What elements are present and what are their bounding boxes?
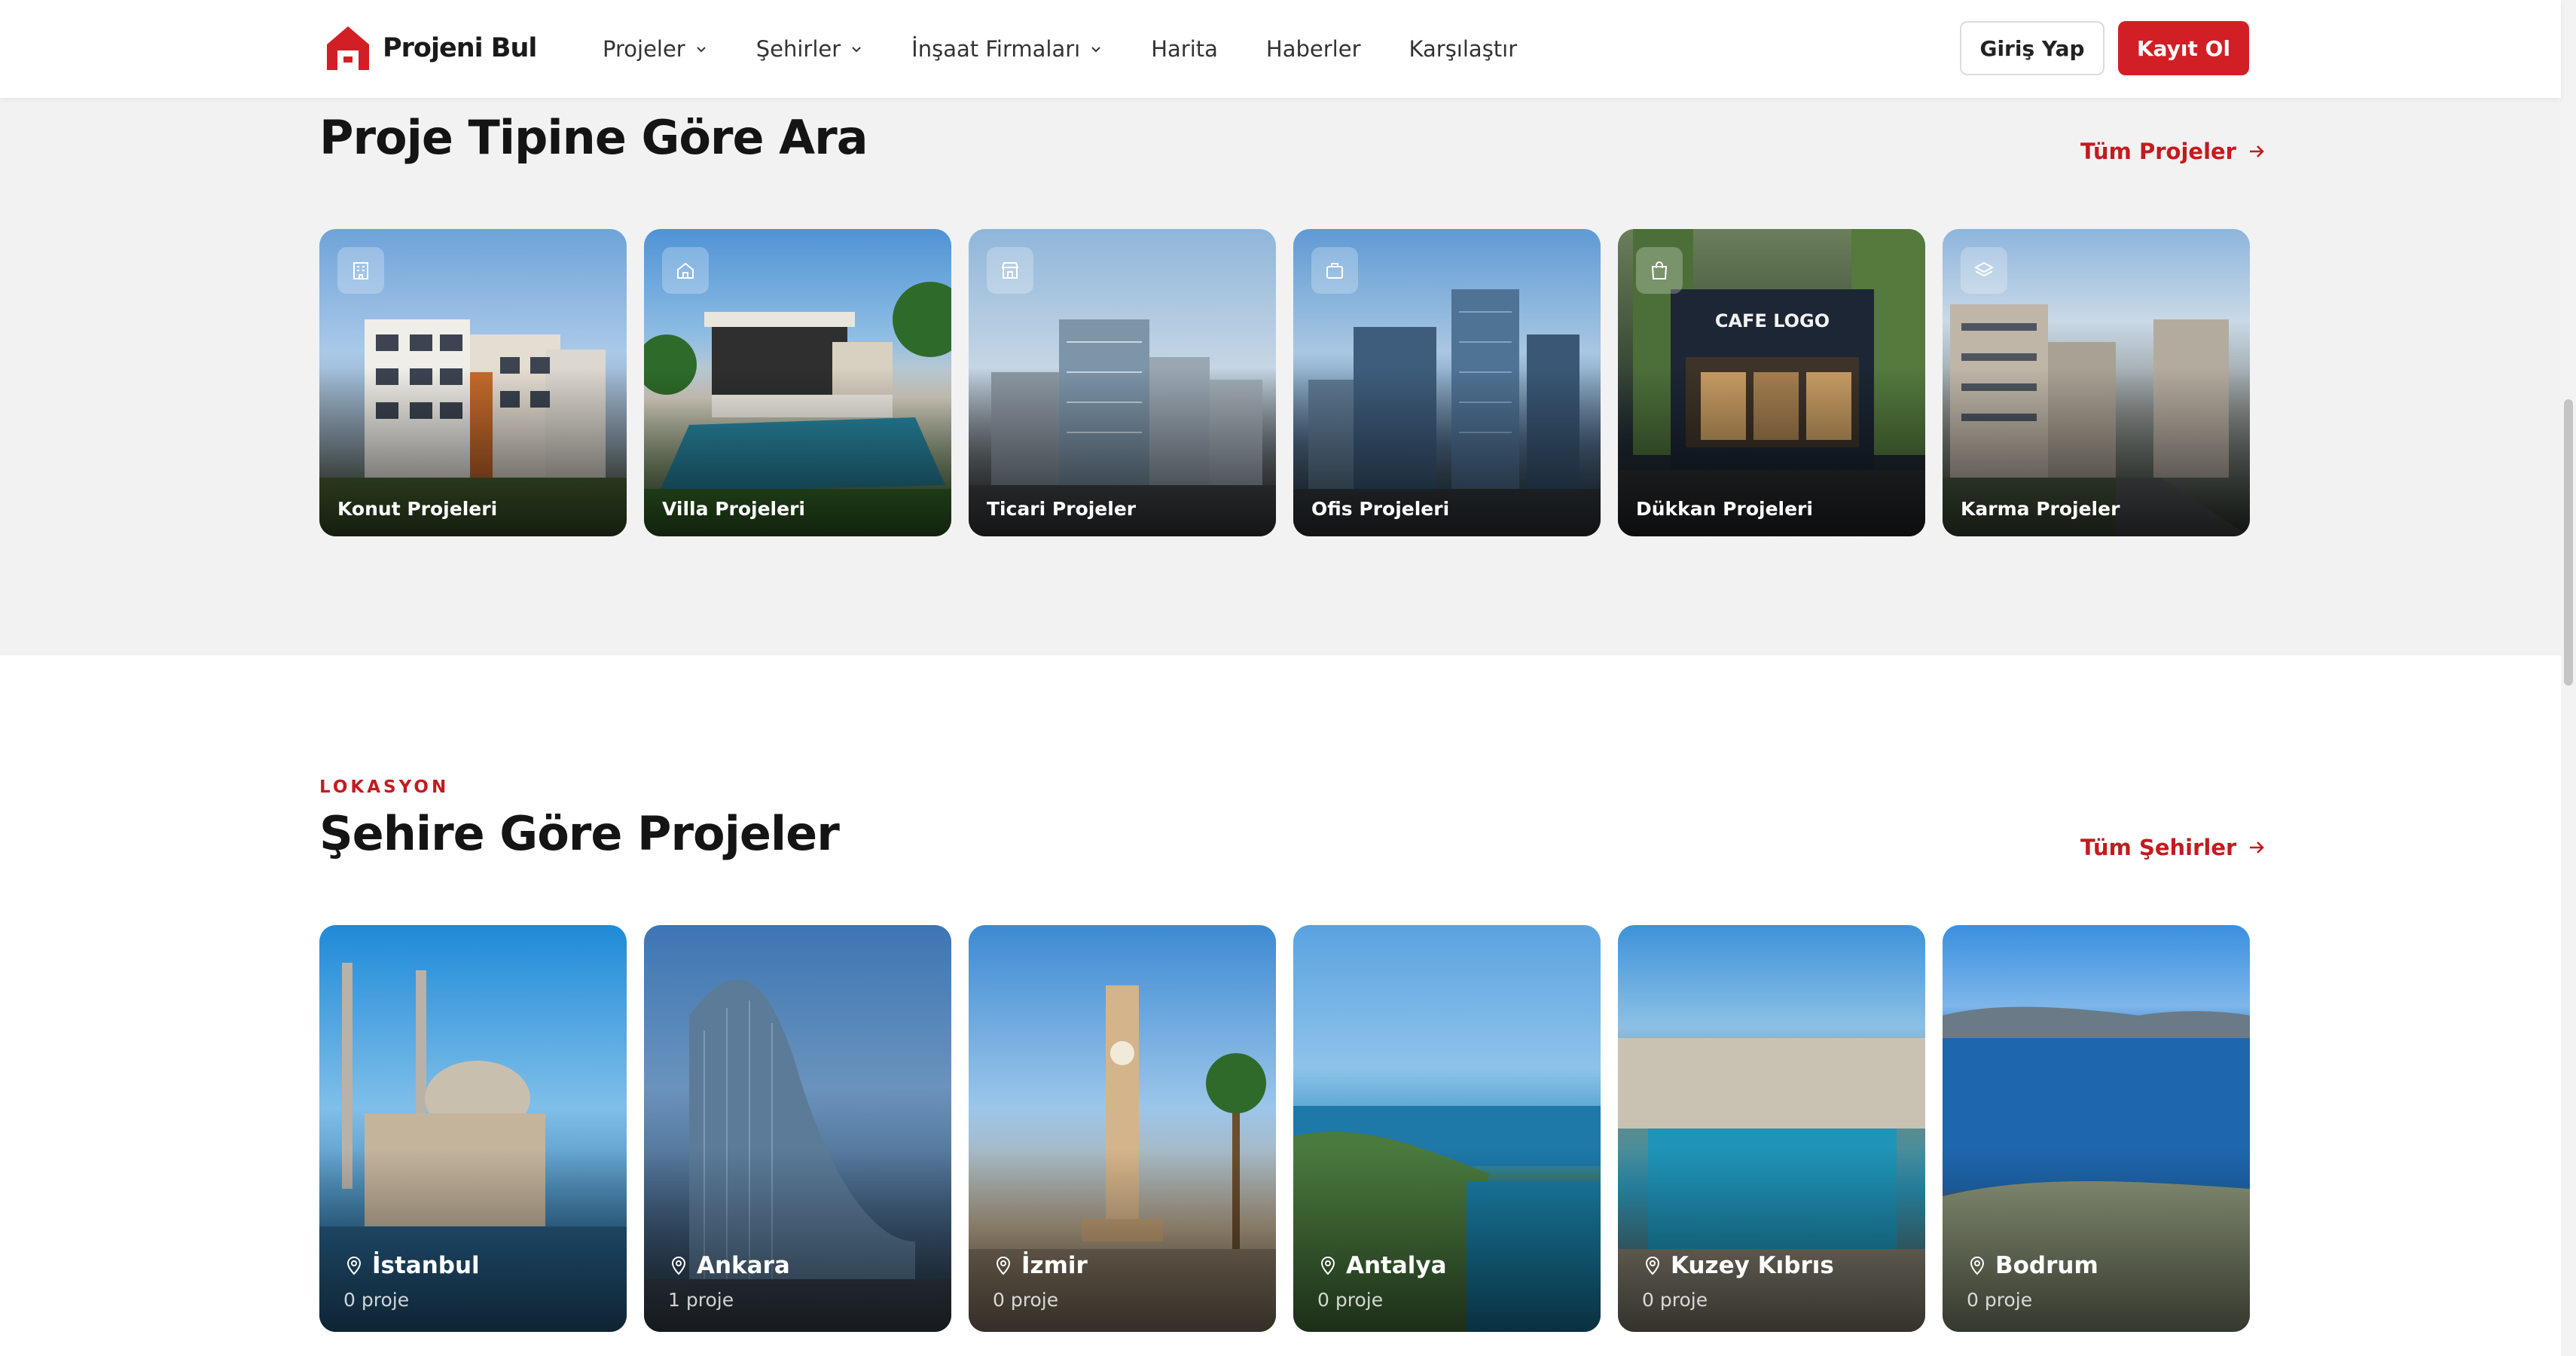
map-pin-icon	[346, 1256, 362, 1275]
all-cities-link[interactable]: Tüm Şehirler	[2080, 835, 2266, 860]
nav-label: Harita	[1151, 36, 1218, 62]
main-nav: Projeler Şehirler İnşaat Firmaları Harit…	[603, 0, 1517, 98]
nav-label: İnşaat Firmaları	[911, 36, 1081, 62]
city-name-label: İstanbul	[372, 1252, 480, 1279]
project-type-card-karma[interactable]: Karma Projeler	[1943, 229, 2250, 536]
city-name: İzmir	[993, 1252, 1088, 1279]
city-name: İstanbul	[343, 1252, 480, 1279]
city-project-count: 0 proje	[993, 1289, 1059, 1311]
map-pin-icon	[1320, 1256, 1335, 1275]
section-title: Proje Tipine Göre Ara	[319, 110, 868, 165]
map-pin-icon	[1645, 1256, 1660, 1275]
city-card-ankara[interactable]: Ankara 1 proje	[644, 925, 951, 1332]
city-project-count: 1 proje	[668, 1289, 734, 1311]
city-name-label: Kuzey Kıbrıs	[1671, 1252, 1834, 1279]
nav-karsilastir[interactable]: Karşılaştır	[1409, 36, 1518, 62]
nav-projeler[interactable]: Projeler	[603, 36, 708, 62]
all-cities-label: Tüm Şehirler	[2080, 835, 2237, 860]
arrow-right-icon	[2250, 841, 2265, 854]
map-pin-icon	[671, 1256, 686, 1275]
project-type-card-konut[interactable]: Konut Projeleri	[319, 229, 627, 536]
nav-insaat-firmalari[interactable]: İnşaat Firmaları	[911, 36, 1103, 62]
city-name: Antalya	[1317, 1252, 1447, 1279]
city-name-label: Ankara	[697, 1252, 790, 1279]
city-name-label: Bodrum	[1995, 1252, 2098, 1279]
nav-label: Haberler	[1265, 36, 1361, 62]
register-button[interactable]: Kayıt Ol	[2118, 21, 2249, 75]
city-project-count: 0 proje	[1967, 1289, 2033, 1311]
logo-house-icon	[327, 26, 369, 70]
project-type-card-ofis[interactable]: Ofis Projeleri	[1293, 229, 1601, 536]
brand-name: Projeni Bul	[383, 33, 537, 63]
map-pin-icon	[1970, 1256, 1985, 1275]
city-name: Ankara	[668, 1252, 790, 1279]
scrollbar-thumb[interactable]	[2564, 399, 2573, 686]
map-pin-icon	[996, 1256, 1011, 1275]
building-icon	[337, 247, 384, 294]
chevron-down-icon	[1091, 47, 1100, 53]
city-project-count: 0 proje	[343, 1289, 410, 1311]
city-name-label: İzmir	[1021, 1252, 1088, 1279]
house-icon	[662, 247, 709, 294]
nav-label: Karşılaştır	[1409, 36, 1518, 62]
card-label: Ticari Projeler	[987, 498, 1137, 520]
card-label: Villa Projeleri	[662, 498, 805, 520]
city-project-count: 0 proje	[1317, 1289, 1384, 1311]
all-projects-label: Tüm Projeler	[2080, 139, 2236, 164]
chevron-down-icon	[697, 47, 706, 53]
card-label: Ofis Projeleri	[1311, 498, 1450, 520]
nav-label: Projeler	[603, 36, 685, 62]
store-icon	[987, 247, 1033, 294]
shopping-bag-icon	[1636, 247, 1683, 294]
city-card-antalya[interactable]: Antalya 0 proje	[1293, 925, 1601, 1332]
nav-haberler[interactable]: Haberler	[1266, 36, 1361, 62]
city-name-label: Antalya	[1346, 1252, 1447, 1279]
card-label: Konut Projeleri	[337, 498, 498, 520]
city-name: Kuzey Kıbrıs	[1642, 1252, 1834, 1279]
project-type-card-dukkan[interactable]: CAFE LOGO Dükkan Projeleri	[1618, 229, 1925, 536]
city-card-bodrum[interactable]: Bodrum 0 proje	[1943, 925, 2250, 1332]
svg-text:CAFE LOGO: CAFE LOGO	[1715, 310, 1830, 331]
section-kicker: LOKASYON	[319, 777, 450, 797]
site-header: Projeni Bul Projeler Şehirler İnşaat Fir…	[0, 0, 2561, 98]
city-card-kuzey-kibris[interactable]: Kuzey Kıbrıs 0 proje	[1618, 925, 1925, 1332]
project-type-card-ticari[interactable]: Ticari Projeler	[969, 229, 1276, 536]
arrow-right-icon	[2249, 145, 2264, 157]
city-card-istanbul[interactable]: İstanbul 0 proje	[319, 925, 627, 1332]
nav-sehirler[interactable]: Şehirler	[756, 36, 863, 62]
login-button[interactable]: Giriş Yap	[1960, 21, 2104, 75]
city-project-count: 0 proje	[1642, 1289, 1708, 1311]
section-title: Şehire Göre Projeler	[319, 806, 840, 861]
nav-harita[interactable]: Harita	[1151, 36, 1218, 62]
chevron-down-icon	[852, 47, 861, 53]
city-card-izmir[interactable]: İzmir 0 proje	[969, 925, 1276, 1332]
briefcase-icon	[1311, 247, 1358, 294]
city-name: Bodrum	[1967, 1252, 2098, 1279]
brand-logo[interactable]: Projeni Bul	[324, 21, 537, 75]
layers-icon	[1961, 247, 2007, 294]
card-label: Dükkan Projeleri	[1636, 498, 1813, 520]
nav-label: Şehirler	[755, 36, 841, 62]
project-type-card-villa[interactable]: Villa Projeleri	[644, 229, 951, 536]
all-projects-link[interactable]: Tüm Projeler	[2080, 139, 2266, 164]
card-label: Karma Projeler	[1961, 498, 2120, 520]
